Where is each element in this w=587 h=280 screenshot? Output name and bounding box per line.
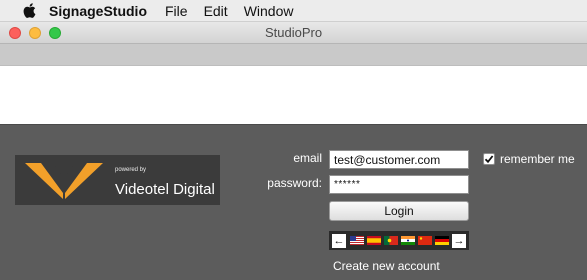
us-flag-icon[interactable] <box>349 236 364 245</box>
spain-flag-icon[interactable] <box>366 236 381 245</box>
menu-app-name[interactable]: SignageStudio <box>49 3 147 19</box>
remember-me-label: remember me <box>500 152 575 166</box>
v-logo-icon <box>25 163 103 199</box>
menu-file[interactable]: File <box>165 3 188 19</box>
password-field[interactable] <box>329 175 469 194</box>
password-label: password: <box>267 176 322 190</box>
remember-me-checkbox[interactable] <box>483 153 495 165</box>
powered-by-label: powered by <box>115 167 147 173</box>
create-account-link[interactable]: Create new account <box>333 259 440 273</box>
toolbar-band <box>0 44 587 66</box>
login-panel: powered by Videotel Digital email passwo… <box>0 124 587 280</box>
company-name: Videotel Digital <box>115 181 215 198</box>
brand-logo: powered by Videotel Digital <box>15 155 220 205</box>
window-title: StudioPro <box>264 25 323 40</box>
india-flag-icon[interactable] <box>400 236 415 245</box>
email-field[interactable] <box>329 150 469 169</box>
germany-flag-icon[interactable] <box>434 236 449 245</box>
login-button[interactable]: Login <box>329 201 469 221</box>
language-selector: ← → <box>329 231 469 250</box>
apple-logo-icon[interactable] <box>21 3 37 18</box>
menu-window[interactable]: Window <box>244 3 294 19</box>
menu-edit[interactable]: Edit <box>204 3 228 19</box>
email-label: email <box>293 151 322 165</box>
arrow-right-icon[interactable]: → <box>452 233 466 248</box>
arrow-left-icon[interactable]: ← <box>332 233 346 248</box>
checkmark-icon <box>484 155 494 164</box>
china-flag-icon[interactable] <box>417 236 432 245</box>
remember-me-toggle[interactable]: remember me <box>483 152 575 166</box>
window-title-bar: StudioPro <box>0 22 587 44</box>
portugal-flag-icon[interactable] <box>383 236 398 245</box>
content-area <box>0 66 587 124</box>
flag-list <box>346 236 452 245</box>
macos-menu-bar: SignageStudio File Edit Window <box>0 0 587 22</box>
